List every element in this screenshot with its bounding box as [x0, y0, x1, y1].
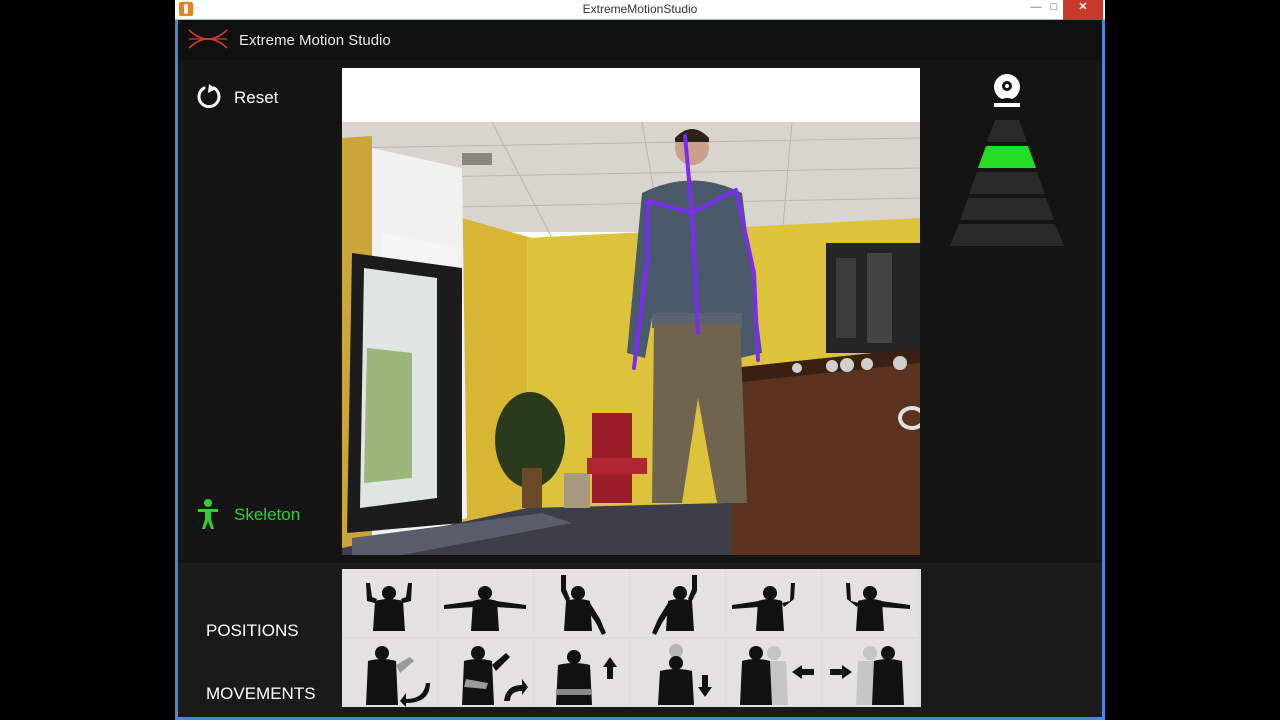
extreme-motion-logo-icon — [188, 29, 228, 49]
move-down-movement-icon — [658, 644, 712, 705]
move-left-movement-icon — [740, 646, 814, 705]
circle-left-movement-icon — [366, 646, 430, 707]
window-title: ExtremeMotionStudio — [582, 2, 698, 16]
camera-scene — [342, 68, 920, 555]
reset-label: Reset — [234, 88, 279, 107]
skeleton-toggle[interactable]: Skeleton — [196, 498, 326, 532]
distance-level-3 — [969, 172, 1045, 194]
move-right-movement[interactable] — [822, 639, 917, 707]
app-header: Extreme Motion Studio — [178, 20, 1102, 60]
left-arm-up-right-out-pose-icon — [732, 583, 795, 631]
arms-out-pose[interactable] — [438, 569, 533, 637]
skeleton-label: Skeleton — [234, 505, 301, 524]
distance-level-1 — [987, 120, 1027, 142]
person-icon — [198, 499, 218, 529]
move-down-movement[interactable] — [630, 639, 725, 707]
maximize-button[interactable]: □ — [1045, 0, 1063, 20]
gesture-panel: POSITIONS MOVEMENTS — [178, 563, 1102, 717]
title-bar[interactable]: ExtremeMotionStudio — □ ✕ — [175, 0, 1105, 20]
left-arm-up-right-out-pose[interactable] — [726, 569, 821, 637]
minimize-button[interactable]: — — [1027, 0, 1045, 20]
reset-button[interactable]: Reset — [195, 83, 305, 113]
move-up-movement[interactable] — [534, 639, 629, 707]
distance-indicator — [950, 120, 1064, 246]
both-arms-up-pose-icon — [366, 583, 412, 631]
gesture-grid — [342, 569, 921, 707]
right-arm-up-left-out-pose[interactable] — [822, 569, 917, 637]
webcam-icon — [993, 74, 1021, 107]
positions-label: POSITIONS — [206, 621, 299, 640]
distance-level-2 — [978, 146, 1036, 168]
camera-feed — [342, 68, 920, 555]
app-client-area: Extreme Motion Studio Reset Skeleton POS… — [178, 20, 1102, 717]
distance-level-5 — [950, 224, 1064, 246]
circle-right-movement[interactable] — [438, 639, 533, 707]
left-arm-up-pose-icon — [652, 575, 697, 635]
move-left-movement[interactable] — [726, 639, 821, 707]
app-window: ExtremeMotionStudio — □ ✕ Extreme Motion… — [175, 0, 1105, 720]
right-arm-up-pose-icon — [561, 575, 606, 635]
arms-out-pose-icon — [444, 586, 526, 631]
right-arm-up-left-out-pose-icon — [846, 583, 910, 631]
movements-label: MOVEMENTS — [206, 684, 316, 703]
right-arm-up-pose[interactable] — [534, 569, 629, 637]
move-right-movement-icon — [830, 646, 904, 705]
both-arms-up-pose[interactable] — [342, 569, 437, 637]
app-name: Extreme Motion Studio — [239, 32, 391, 49]
move-up-movement-icon — [556, 650, 617, 705]
left-arm-up-pose[interactable] — [630, 569, 725, 637]
circle-right-movement-icon — [462, 646, 528, 705]
close-button[interactable]: ✕ — [1063, 0, 1103, 20]
circle-left-movement[interactable] — [342, 639, 437, 707]
distance-level-4 — [960, 198, 1054, 220]
reset-icon — [197, 84, 221, 109]
